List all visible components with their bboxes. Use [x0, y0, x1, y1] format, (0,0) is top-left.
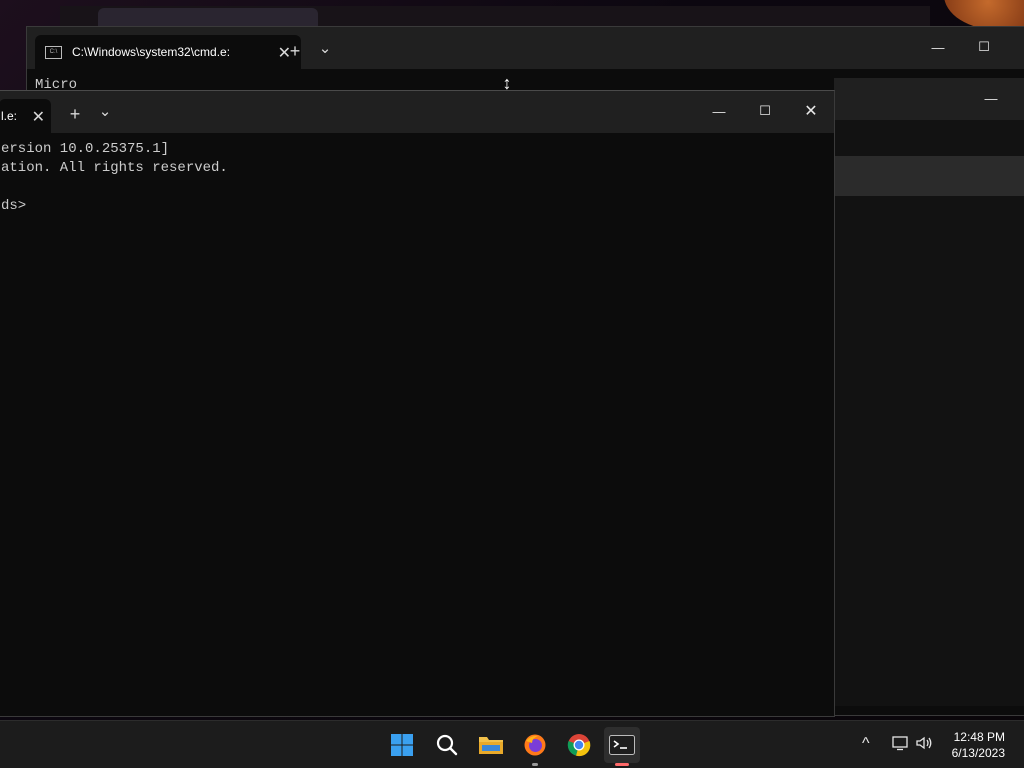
background-window-tab[interactable] — [98, 8, 318, 28]
title-bar[interactable]: C:\ C:\Windows\system32\cmd.e: ✕ + ⌄ — ☐ — [27, 27, 1024, 69]
taskbar: ^ 12:48 PM 6/13/2023 — [0, 720, 1024, 768]
chrome-logo-icon — [567, 734, 591, 757]
terminal-icon[interactable] — [604, 727, 640, 766]
clock-time: 12:48 PM — [953, 730, 1005, 744]
network-icon[interactable] — [892, 735, 910, 754]
console-line: ation. All rights reserved. — [1, 160, 228, 176]
speaker-icon — [916, 736, 932, 750]
firefox-icon[interactable] — [517, 727, 553, 766]
tab-cmd[interactable]: l.e: ✕ — [0, 99, 51, 133]
terminal-window-front[interactable]: l.e: ✕ + ⌄ — ☐ ✕ ersion 10.0.25375.1] at… — [0, 90, 835, 717]
title-bar[interactable]: l.e: ✕ + ⌄ — ☐ ✕ — [0, 91, 834, 133]
network-monitor-icon — [892, 736, 908, 751]
folder-icon — [479, 737, 503, 754]
new-tab-button[interactable]: + — [65, 104, 85, 124]
tab-title: l.e: — [1, 109, 18, 123]
console-prompt[interactable]: ds> — [1, 198, 26, 214]
maximize-button[interactable]: ☐ — [961, 27, 1007, 67]
tab-close-icon[interactable]: ✕ — [32, 107, 45, 127]
maximize-button[interactable]: ☐ — [742, 91, 788, 131]
minimize-button[interactable]: — — [968, 78, 1014, 118]
search-icon[interactable] — [429, 727, 465, 763]
start-icon[interactable] — [384, 727, 420, 763]
cmd-icon: C:\ — [45, 45, 62, 59]
third-window-bar — [834, 156, 1024, 196]
tab-dropdown-button[interactable]: ⌄ — [315, 39, 335, 59]
volume-icon[interactable] — [915, 735, 933, 754]
system-clock[interactable]: 12:48 PM 6/13/2023 — [952, 729, 1005, 761]
firefox-logo-icon — [524, 734, 546, 756]
close-button[interactable]: ✕ — [788, 91, 834, 131]
tray-overflow-chevron-icon[interactable]: ^ — [862, 735, 870, 753]
clock-date: 6/13/2023 — [951, 746, 1005, 760]
chrome-icon[interactable] — [561, 727, 597, 763]
tab-title: C:\Windows\system32\cmd.e: — [72, 45, 231, 59]
terminal-app-icon — [609, 735, 635, 755]
minimize-button[interactable]: — — [915, 27, 961, 67]
tab-dropdown-button[interactable]: ⌄ — [95, 102, 115, 122]
windows-logo-icon — [391, 734, 413, 756]
minimize-button[interactable]: — — [696, 91, 742, 131]
new-tab-button[interactable]: + — [285, 41, 305, 61]
tab-cmd[interactable]: C:\ C:\Windows\system32\cmd.e: ✕ — [35, 35, 301, 69]
third-window-edge: — — [834, 78, 1024, 706]
running-indicator — [532, 763, 538, 766]
file-explorer-icon[interactable] — [473, 727, 509, 763]
active-indicator — [615, 763, 629, 766]
console-line: ersion 10.0.25375.1] — [1, 141, 170, 157]
magnifier-icon — [436, 734, 458, 756]
